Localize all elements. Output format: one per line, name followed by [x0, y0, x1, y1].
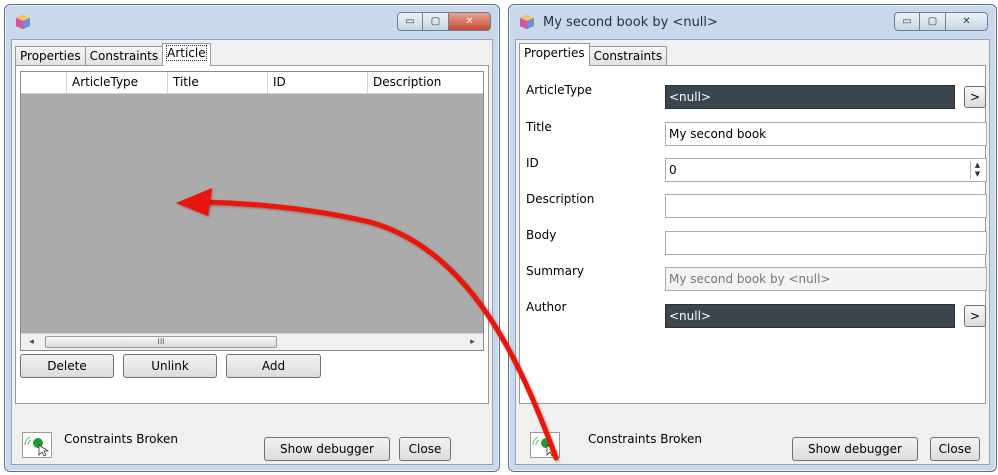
constraints-status-text: Constraints Broken — [64, 432, 179, 446]
tab-strip: Properties Constraints Article — [15, 43, 211, 66]
author-label: Author — [526, 300, 567, 314]
column-header-id[interactable]: ID — [268, 72, 368, 93]
articletype-select-button[interactable]: > — [964, 86, 986, 108]
column-header-description[interactable]: Description — [368, 72, 468, 93]
tab-properties[interactable]: Properties — [519, 43, 590, 66]
close-button[interactable]: Close — [930, 437, 980, 461]
articletype-field[interactable]: <null> — [665, 85, 955, 109]
window-client: Properties Constraints Article ArticleTy… — [11, 39, 493, 465]
description-label: Description — [526, 192, 595, 206]
close-button[interactable]: Close — [399, 437, 451, 461]
add-button[interactable]: Add — [226, 354, 321, 378]
tab-properties[interactable]: Properties — [15, 46, 86, 66]
summary-label: Summary — [526, 264, 584, 278]
window-controls: ▭ ▢ ✕ — [397, 12, 491, 32]
app-cube-icon — [520, 15, 534, 29]
scroll-right-icon[interactable]: ▸ — [464, 334, 481, 350]
window-client: Properties Constraints ArticleType <null… — [515, 39, 990, 465]
book-properties-window: My second book by <null> ▭ ▢ ✕ Propertie… — [508, 4, 997, 472]
title-label: Title — [526, 120, 552, 134]
minimize-button[interactable]: ▭ — [894, 12, 920, 31]
scrollbar-thumb[interactable]: III — [45, 336, 277, 348]
description-field[interactable] — [665, 194, 987, 218]
constraints-broken-icon — [22, 432, 52, 458]
tab-constraints[interactable]: Constraints — [588, 46, 668, 66]
tab-constraints[interactable]: Constraints — [84, 46, 164, 66]
constraints-status-text: Constraints Broken — [588, 432, 703, 446]
id-stepper-icon[interactable]: ▲ ▼ — [970, 161, 984, 179]
tab-strip: Properties Constraints — [519, 43, 668, 66]
tab-article[interactable]: Article — [162, 43, 211, 66]
maximize-button[interactable]: ▢ — [920, 12, 946, 31]
article-grid[interactable]: ArticleType Title ID Description ◂ III ▸ — [20, 71, 484, 351]
column-header-title[interactable]: Title — [168, 72, 268, 93]
body-label: Body — [526, 228, 557, 242]
body-field[interactable] — [665, 231, 987, 255]
show-debugger-button[interactable]: Show debugger — [792, 437, 918, 461]
articletype-label: ArticleType — [526, 83, 593, 97]
summary-field: My second book by <null> — [665, 267, 987, 291]
title-bar[interactable]: ▭ ▢ ✕ — [5, 5, 499, 39]
window-title: My second book by <null> — [543, 15, 718, 30]
minimize-button[interactable]: ▭ — [397, 12, 423, 31]
id-value: 0 — [669, 163, 677, 177]
id-label: ID — [526, 156, 539, 170]
horizontal-scrollbar[interactable]: ◂ III ▸ — [21, 333, 483, 350]
scroll-left-icon[interactable]: ◂ — [23, 334, 40, 350]
article-tab-panel: ArticleType Title ID Description ◂ III ▸… — [15, 65, 489, 404]
delete-button[interactable]: Delete — [20, 354, 114, 378]
tab-article-label: Article — [166, 45, 207, 61]
grid-header: ArticleType Title ID Description — [21, 72, 483, 94]
id-field[interactable]: 0 ▲ ▼ — [665, 158, 987, 182]
unlink-button[interactable]: Unlink — [123, 354, 217, 378]
maximize-button[interactable]: ▢ — [423, 12, 449, 31]
close-window-button[interactable]: ✕ — [449, 12, 491, 31]
close-window-button[interactable]: ✕ — [946, 12, 988, 31]
app-cube-icon — [16, 15, 30, 29]
show-debugger-button[interactable]: Show debugger — [264, 437, 390, 461]
title-bar[interactable]: My second book by <null> ▭ ▢ ✕ — [509, 5, 996, 39]
author-select-button[interactable]: > — [964, 305, 986, 327]
article-list-window: ▭ ▢ ✕ Properties Constraints Article Art… — [4, 4, 500, 472]
title-field[interactable]: My second book — [665, 122, 987, 146]
author-field[interactable]: <null> — [665, 304, 955, 328]
window-controls: ▭ ▢ ✕ — [894, 12, 988, 32]
properties-tab-panel: ArticleType <null> > Title My second boo… — [519, 65, 987, 404]
row-header-cell — [21, 72, 67, 93]
constraints-broken-icon — [530, 432, 560, 458]
column-header-articletype[interactable]: ArticleType — [67, 72, 168, 93]
